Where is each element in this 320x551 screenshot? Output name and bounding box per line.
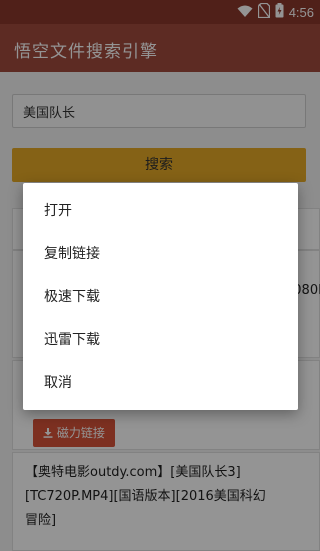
- menu-item-fast-download[interactable]: 极速下载: [23, 276, 298, 319]
- menu-item-open[interactable]: 打开: [23, 190, 298, 233]
- menu-item-thunder-download[interactable]: 迅雷下载: [23, 319, 298, 362]
- action-dialog: 打开 复制链接 极速下载 迅雷下载 取消: [23, 183, 298, 410]
- menu-item-cancel[interactable]: 取消: [23, 362, 298, 405]
- menu-item-copy-link[interactable]: 复制链接: [23, 233, 298, 276]
